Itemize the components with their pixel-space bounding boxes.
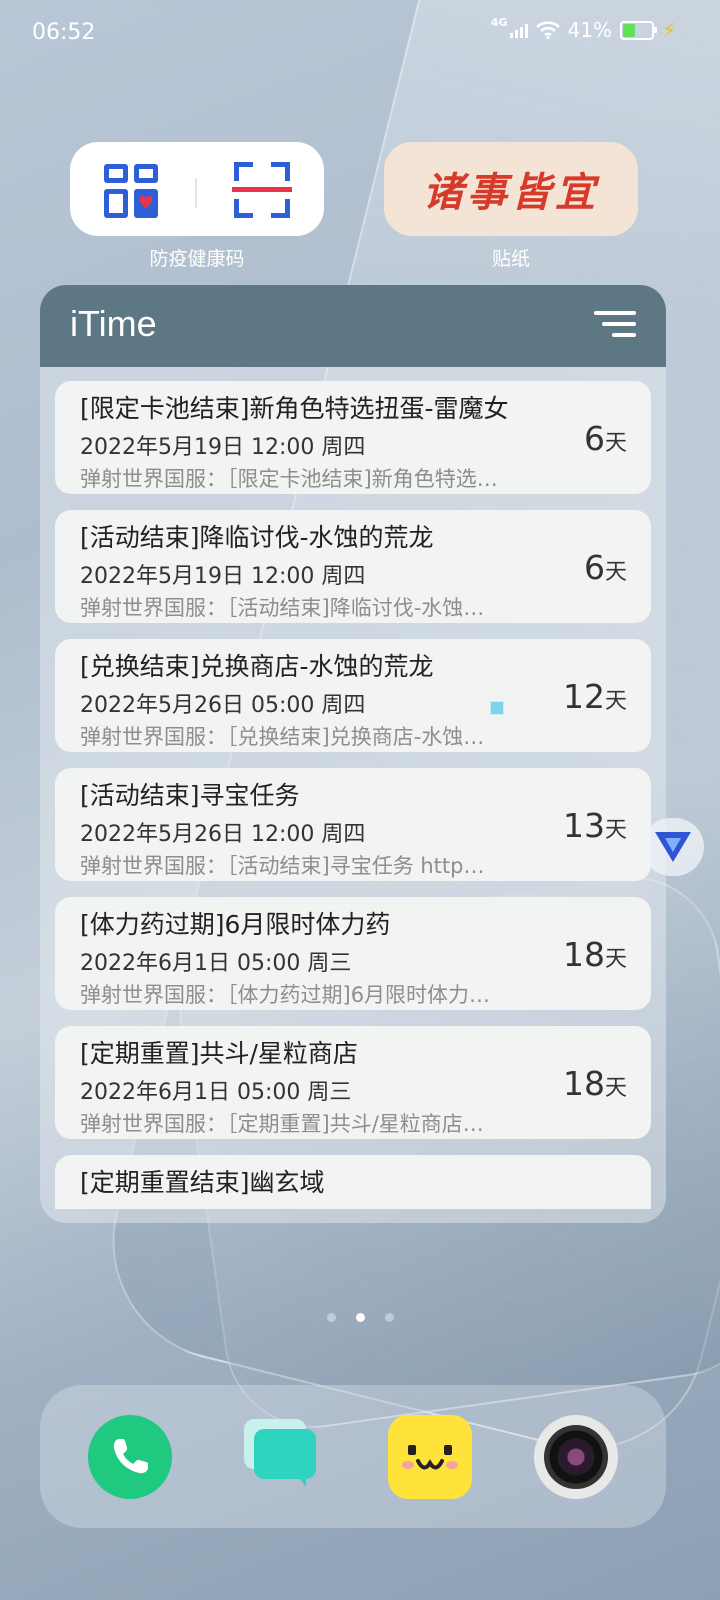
event-title: [活动结束]寻宝任务: [80, 781, 300, 810]
event-title: [限定卡池结束]新角色特选扭蛋-雷魔女: [80, 394, 509, 423]
event-date: 2022年6月1日 05:00 周三: [80, 1080, 352, 1105]
event-date: 2022年6月1日 05:00 周三: [80, 951, 352, 976]
event-card[interactable]: [限定卡池结束]新角色特选扭蛋-雷魔女 2022年5月19日 12:00 周四 …: [55, 381, 651, 494]
event-countdown: 6天: [584, 548, 627, 587]
health-code-widget[interactable]: ♥: [70, 142, 324, 236]
event-list[interactable]: [限定卡池结束]新角色特选扭蛋-雷魔女 2022年5月19日 12:00 周四 …: [55, 381, 651, 1209]
event-note: 弹射世界国服：［限定卡池结束]新角色特选…: [80, 467, 498, 491]
page-dot[interactable]: [326, 1313, 336, 1322]
status-time: 06:52: [32, 20, 96, 45]
qr-code-icon: ♥: [104, 164, 158, 218]
countdown-number: 18: [562, 935, 605, 974]
countdown-unit: 天: [604, 689, 627, 714]
event-title: [兑换结束]兑换商店-水蚀的荒龙: [80, 652, 434, 681]
event-title: [定期重置结束]幽玄域: [80, 1168, 325, 1197]
event-title: [定期重置]共斗/星粒商店: [80, 1039, 358, 1068]
battery-level: [622, 23, 636, 37]
network-type: 4G: [490, 15, 508, 29]
floating-assistant-button[interactable]: [642, 818, 704, 876]
event-date: 2022年5月19日 12:00 周四: [80, 435, 366, 460]
signal-icon: [509, 22, 528, 38]
countdown-unit: 天: [604, 1076, 627, 1101]
status-indicators: 4G 41% ⚡: [490, 15, 676, 43]
countdown-unit: 天: [604, 818, 627, 843]
floating-indicator: [490, 701, 504, 715]
event-note: 弹射世界国服：［兑换结束]兑换商店-水蚀…: [80, 725, 485, 749]
event-card[interactable]: [体力药过期]6月限时体力药 2022年6月1日 05:00 周三 弹射世界国服…: [55, 897, 651, 1010]
event-note: 弹射世界国服：［活动结束]寻宝任务 http…: [80, 854, 485, 878]
phone-icon: [113, 1439, 148, 1474]
event-note: 弹射世界国服：［体力药过期]6月限时体力…: [80, 983, 491, 1007]
smiley-app[interactable]: [388, 1415, 472, 1499]
scan-icon[interactable]: [232, 162, 292, 218]
countdown-unit: 天: [604, 431, 627, 456]
countdown-number: 12: [562, 677, 605, 716]
countdown-number: 18: [562, 1064, 605, 1103]
charging-icon: ⚡: [661, 18, 676, 42]
camera-app[interactable]: [534, 1415, 618, 1499]
page-indicator: [0, 1313, 720, 1322]
v-logo-icon: [655, 832, 691, 862]
countdown-number: 13: [562, 806, 605, 845]
itime-widget[interactable]: iTime [限定卡池结束]新角色特选扭蛋-雷魔女 2022年5月19日 12:…: [40, 285, 666, 1223]
countdown-number: 6: [583, 548, 605, 587]
divider: [195, 178, 197, 208]
smiley-icon: [402, 1445, 458, 1470]
status-bar: 06:52 4G 41% ⚡: [0, 0, 720, 70]
event-card[interactable]: [兑换结束]兑换商店-水蚀的荒龙 2022年5月26日 05:00 周四 弹射世…: [55, 639, 651, 752]
messages-bubble: [254, 1429, 316, 1479]
messages-app[interactable]: [236, 1415, 320, 1499]
battery-percent: 41%: [567, 18, 612, 42]
event-countdown: 6天: [584, 419, 627, 458]
phone-app[interactable]: [88, 1415, 172, 1499]
event-countdown: 13天: [563, 806, 627, 845]
page-dot-active[interactable]: [355, 1313, 365, 1322]
dock: [40, 1385, 666, 1528]
event-countdown: 18天: [563, 935, 627, 974]
sticker-text: 诸事皆宜: [423, 169, 599, 216]
event-note: 弹射世界国服：［定期重置]共斗/星粒商店…: [80, 1112, 484, 1136]
itime-header: iTime: [40, 285, 666, 367]
health-code-label: 防疫健康码: [149, 248, 245, 270]
page-dot[interactable]: [384, 1313, 394, 1322]
camera-icon: [544, 1425, 608, 1489]
event-card[interactable]: [定期重置]共斗/星粒商店 2022年6月1日 05:00 周三 弹射世界国服：…: [55, 1026, 651, 1139]
battery-icon: [619, 20, 657, 40]
event-card[interactable]: [活动结束]寻宝任务 2022年5月26日 12:00 周四 弹射世界国服：［活…: [55, 768, 651, 881]
itime-title: iTime: [70, 303, 157, 344]
event-countdown: 18天: [563, 1064, 627, 1103]
event-date: 2022年5月19日 12:00 周四: [80, 564, 366, 589]
event-card[interactable]: [定期重置结束]幽玄域: [55, 1155, 651, 1209]
countdown-number: 6: [583, 419, 605, 458]
sort-menu-icon[interactable]: [594, 311, 636, 339]
sticker-label: 贴纸: [491, 248, 530, 270]
event-card[interactable]: [活动结束]降临讨伐-水蚀的荒龙 2022年5月19日 12:00 周四 弹射世…: [55, 510, 651, 623]
event-date: 2022年5月26日 12:00 周四: [80, 822, 366, 847]
event-date: 2022年5月26日 05:00 周四: [80, 693, 366, 718]
event-title: [体力药过期]6月限时体力药: [80, 910, 391, 939]
countdown-unit: 天: [604, 947, 627, 972]
event-title: [活动结束]降临讨伐-水蚀的荒龙: [80, 523, 434, 552]
wifi-icon: [535, 21, 560, 39]
messages-bubble-tail: [296, 1473, 306, 1487]
event-countdown: 12天: [563, 677, 627, 716]
countdown-unit: 天: [604, 560, 627, 585]
sticker-widget[interactable]: 诸事皆宜: [384, 142, 638, 236]
event-note: 弹射世界国服：［活动结束]降临讨伐-水蚀…: [80, 596, 485, 620]
